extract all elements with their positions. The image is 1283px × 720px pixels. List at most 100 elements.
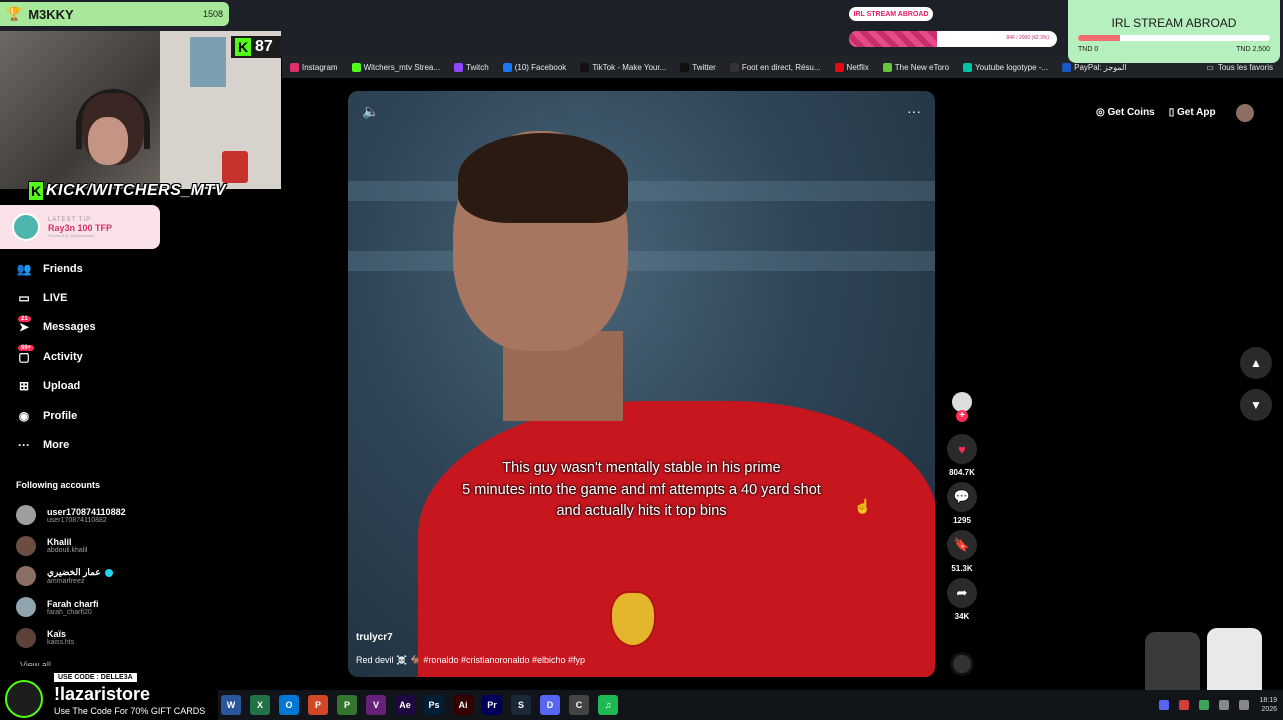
following-account[interactable]: Khalil abdouli.khalil bbox=[16, 531, 266, 562]
account-name: Kaïs bbox=[47, 629, 74, 639]
discord-tray-icon[interactable] bbox=[1159, 700, 1170, 710]
comment-button[interactable]: 💬 bbox=[947, 482, 977, 512]
taskbar-app-icon[interactable]: ♫ bbox=[598, 695, 618, 715]
creator-avatar[interactable]: + bbox=[952, 392, 972, 422]
more-options-icon[interactable]: ··· bbox=[907, 103, 921, 119]
account-name-text: user170874110882 bbox=[47, 506, 126, 517]
leaderboard-badge: 🏆 M3KKY 1508 bbox=[0, 2, 229, 26]
video-player[interactable]: 🔈 ··· This guy wasn't mentally stable in… bbox=[348, 91, 935, 677]
get-app-label: Get App bbox=[1177, 106, 1216, 118]
wifi-icon[interactable] bbox=[1219, 700, 1230, 710]
account-handle: user170874110882 bbox=[47, 516, 107, 524]
folder-icon: ▭ bbox=[1206, 62, 1214, 72]
sidebar-item-friends[interactable]: 👥 Friends bbox=[0, 254, 281, 283]
taskbar-app-icon[interactable]: O bbox=[279, 695, 299, 715]
taskbar-app-icon[interactable]: P bbox=[308, 695, 328, 715]
tray-app-icon[interactable] bbox=[1199, 700, 1210, 710]
sidebar-item-live[interactable]: ▭ LIVE bbox=[0, 283, 281, 312]
bookmark-item[interactable]: Twitter bbox=[680, 62, 716, 72]
sidebar-item-label: Upload bbox=[43, 380, 81, 393]
bookmark-item[interactable]: PayPal: الموجز bbox=[1062, 62, 1127, 72]
following-account[interactable]: user170874110882 user170874110882 bbox=[16, 500, 266, 531]
bookmark-item[interactable]: TikTok - Make Your... bbox=[580, 62, 666, 72]
bookmark-item[interactable]: (10) Facebook bbox=[502, 62, 566, 72]
caption-line: 5 minutes into the game and mf attempts … bbox=[462, 481, 821, 498]
taskbar-clock[interactable]: 18:19 2026 bbox=[1259, 696, 1277, 714]
user-avatar[interactable] bbox=[1236, 104, 1254, 122]
share-icon: ➦ bbox=[956, 585, 968, 600]
mic-tray-icon[interactable] bbox=[1179, 700, 1190, 710]
header-actions: ◎ Get Coins ▯ Get App bbox=[1096, 101, 1216, 123]
taskbar-app-icon[interactable]: W bbox=[221, 695, 241, 715]
sidebar-item-upload[interactable]: ⊞ Upload bbox=[0, 372, 281, 401]
more-icon: ··· bbox=[18, 438, 30, 453]
sidebar-item-messages[interactable]: ➤ 21 Messages bbox=[0, 313, 281, 342]
clock-date: 2026 bbox=[1261, 706, 1277, 713]
volume-icon[interactable]: 🔈 bbox=[362, 103, 379, 120]
chevron-up-icon: ▲ bbox=[1250, 356, 1262, 370]
bookmark-item[interactable]: Netflix bbox=[834, 62, 869, 72]
taskbar-app-icon[interactable]: D bbox=[540, 695, 560, 715]
save-button[interactable]: 🔖 bbox=[947, 530, 977, 560]
stadium-stripe bbox=[348, 251, 935, 271]
bookmark-icon bbox=[963, 62, 973, 72]
taskbar-app-icon[interactable]: V bbox=[366, 695, 386, 715]
next-video-button[interactable]: ▼ bbox=[1240, 389, 1272, 421]
following-account[interactable]: Farah charfi farah_charfi20 bbox=[16, 592, 266, 623]
share-count: 34K bbox=[954, 612, 970, 621]
sidebar-item-profile[interactable]: ◉ Profile bbox=[0, 401, 281, 430]
coin-icon: ◎ bbox=[1096, 106, 1108, 118]
streamer-face bbox=[88, 117, 128, 165]
webcam-red-object bbox=[222, 151, 248, 183]
account-name: Khalil bbox=[47, 537, 87, 547]
like-button[interactable]: ♥ bbox=[947, 434, 977, 464]
taskbar-app-icon[interactable]: S bbox=[511, 695, 531, 715]
bookmark-item[interactable]: The New eToro bbox=[882, 62, 949, 72]
goal-title: IRL STREAM ABROAD bbox=[1111, 16, 1237, 30]
bookmark-item[interactable]: Witchers_mtv Strea... bbox=[351, 62, 440, 72]
webcam-poster bbox=[190, 37, 226, 87]
following-account[interactable]: عمار الخضيري ammarfreez bbox=[16, 561, 266, 592]
bookmark-label: Foot en direct, Résu... bbox=[741, 62, 821, 72]
bookmark-icon bbox=[680, 62, 690, 72]
share-button[interactable]: ➦ bbox=[947, 578, 977, 608]
verified-icon bbox=[104, 569, 113, 578]
bookmark-item[interactable]: Instagram bbox=[290, 62, 338, 72]
taskbar-app-icon[interactable]: Ae bbox=[395, 695, 415, 715]
bookmark-item[interactable]: Twitch bbox=[454, 62, 489, 72]
following-accounts-title: Following accounts bbox=[16, 480, 101, 490]
video-top-controls: 🔈 ··· bbox=[348, 91, 935, 131]
bookmark-item[interactable]: Youtube logotype -... bbox=[963, 62, 1048, 72]
sidebar-item-more[interactable]: ··· More bbox=[0, 430, 281, 459]
get-app-button[interactable]: ▯ Get App bbox=[1169, 107, 1216, 118]
messages-icon: ➤ bbox=[18, 320, 30, 335]
taskbar-app-icon[interactable]: C bbox=[569, 695, 589, 715]
video-description: Red devil ☠️ 🐐 #ronaldo #cristianoronald… bbox=[356, 655, 586, 665]
goal-max: TND 2,500 bbox=[1236, 46, 1270, 53]
player-hair bbox=[458, 133, 628, 223]
bookmark-label: Twitch bbox=[466, 62, 489, 72]
get-coins-button[interactable]: ◎ Get Coins bbox=[1096, 107, 1155, 118]
phone-icon: ▯ bbox=[1168, 106, 1178, 118]
comment-icon: 💬 bbox=[953, 489, 971, 504]
account-name-text: Farah charfi bbox=[47, 598, 99, 609]
taskbar-app-icon[interactable]: Ai bbox=[453, 695, 473, 715]
sidebar-item-activity[interactable]: ▢ 99+ Activity bbox=[0, 342, 281, 371]
account-handle: ammarfreez bbox=[47, 578, 85, 586]
volume-tray-icon[interactable] bbox=[1239, 700, 1250, 710]
taskbar-app-icon[interactable]: X bbox=[250, 695, 270, 715]
taskbar-app-icon[interactable]: Ps bbox=[424, 695, 444, 715]
taskbar-app-icon[interactable]: P bbox=[337, 695, 357, 715]
promo-code: USE CODE : DELLE3A bbox=[54, 673, 137, 682]
music-disc-icon[interactable] bbox=[950, 652, 974, 676]
activity-icon: ▢ bbox=[18, 349, 30, 364]
merch-overlay bbox=[1145, 620, 1280, 702]
follow-plus-icon[interactable]: + bbox=[956, 410, 968, 422]
following-account[interactable]: Kaïs kaiss.hts bbox=[16, 622, 266, 653]
bookmark-item[interactable]: Foot en direct, Résu... bbox=[729, 62, 821, 72]
taskbar-app-icon[interactable]: Pr bbox=[482, 695, 502, 715]
save-count: 51.3K bbox=[951, 564, 973, 573]
leaderboard-score: 1508 bbox=[202, 9, 223, 19]
previous-video-button[interactable]: ▲ bbox=[1240, 347, 1272, 379]
video-author[interactable]: trulycr7 bbox=[356, 632, 393, 643]
